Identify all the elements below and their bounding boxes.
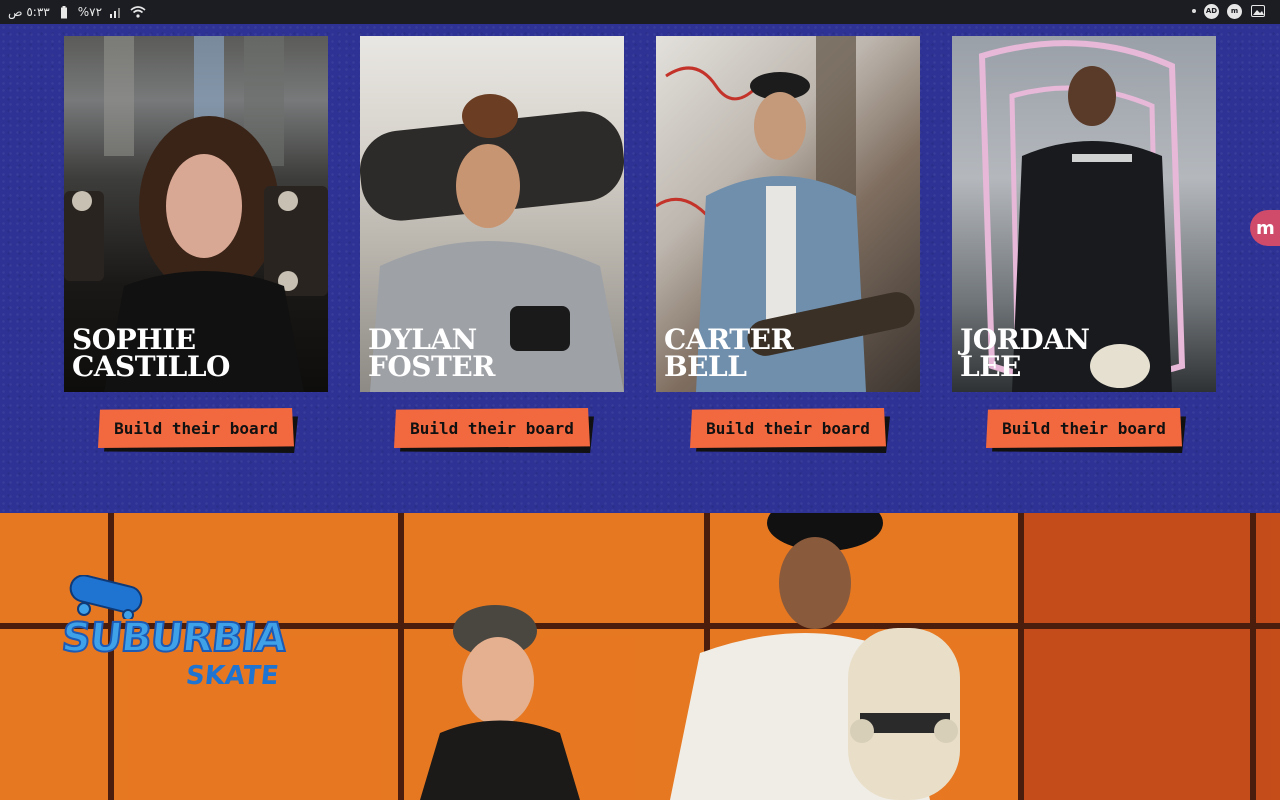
- status-bar: ٥:٣٣ ص %٧٢ AD m: [0, 0, 1280, 24]
- build-board-button-wrap: Build their board: [394, 408, 598, 456]
- last-name: Lee: [960, 350, 1021, 383]
- status-left: ٥:٣٣ ص %٧٢: [8, 4, 146, 20]
- logo-line-2: SKATE: [184, 661, 281, 691]
- bubble-label: m: [1256, 217, 1275, 239]
- last-name: Foster: [368, 350, 495, 383]
- skateboard-icon: [69, 575, 143, 619]
- first-name: Carter: [664, 323, 794, 356]
- build-board-button-wrap: Build their board: [986, 408, 1190, 456]
- first-name: Sophie: [72, 323, 196, 356]
- team-section: Sophie Castillo Build their board Dylan …: [0, 24, 1280, 513]
- first-name: Jordan: [960, 323, 1090, 356]
- team-card: Dylan Foster Build their board: [360, 36, 624, 453]
- wifi-icon: [130, 4, 146, 20]
- image-icon: [1250, 3, 1266, 19]
- skater-photo: Carter Bell: [656, 36, 920, 392]
- skater-name: Sophie Castillo: [72, 323, 230, 383]
- build-board-button-wrap: Build their board: [690, 408, 894, 456]
- battery-icon: [56, 4, 72, 20]
- skater-photo: Dylan Foster: [360, 36, 624, 392]
- skater-name: Dylan Foster: [368, 323, 495, 383]
- dot-icon: [1192, 9, 1196, 13]
- battery-percent: %٧٢: [77, 5, 103, 19]
- team-card: Carter Bell Build their board: [656, 36, 920, 453]
- skater-name: Jordan Lee: [960, 323, 1090, 383]
- build-board-button[interactable]: Build their board: [690, 408, 886, 448]
- signal-icon: [108, 4, 124, 20]
- skater-photo: Jordan Lee: [952, 36, 1216, 392]
- suburbia-skate-logo[interactable]: SUBURBIA SKATE: [59, 575, 289, 695]
- team-card: Sophie Castillo Build their board: [64, 36, 328, 453]
- skater-photo: Sophie Castillo: [64, 36, 328, 392]
- build-board-button[interactable]: Build their board: [986, 408, 1182, 448]
- logo-line-1: SUBURBIA: [59, 614, 289, 662]
- floating-app-bubble[interactable]: m: [1250, 210, 1280, 246]
- status-right: AD m: [1192, 3, 1266, 19]
- build-board-button[interactable]: Build their board: [394, 408, 590, 448]
- hero-section: SUBURBIA SKATE: [0, 513, 1280, 800]
- build-board-button-wrap: Build their board: [98, 408, 302, 456]
- m-app-icon: m: [1227, 3, 1242, 19]
- team-card: Jordan Lee Build their board: [952, 36, 1216, 453]
- last-name: Bell: [664, 350, 747, 383]
- build-board-button[interactable]: Build their board: [98, 408, 294, 448]
- clock: ٥:٣٣ ص: [8, 5, 50, 19]
- first-name: Dylan: [368, 323, 477, 356]
- ad-badge-icon: AD: [1204, 3, 1219, 19]
- skater-name: Carter Bell: [664, 323, 794, 383]
- last-name: Castillo: [72, 350, 230, 383]
